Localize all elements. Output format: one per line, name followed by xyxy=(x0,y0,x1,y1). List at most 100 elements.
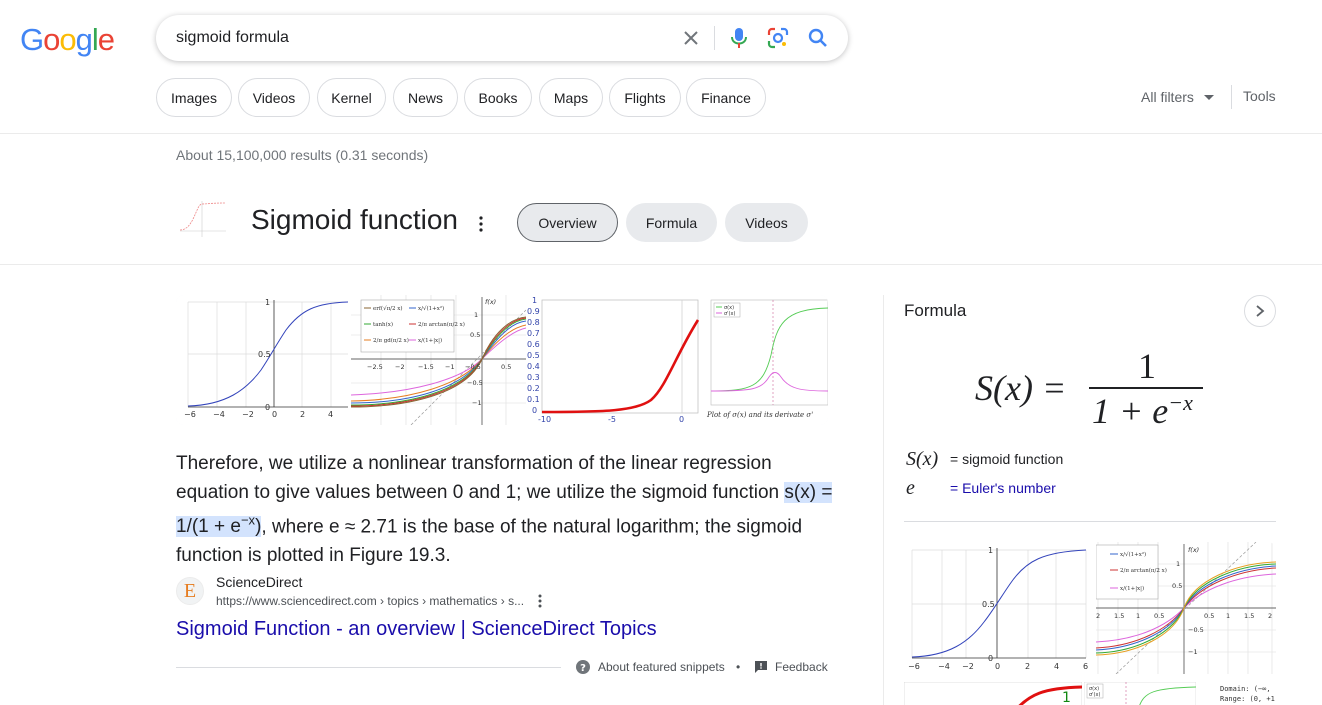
sigmoid-plot-image[interactable]: −6 −4 −2 0 2 4 1 0.5 0 xyxy=(176,295,351,425)
source-name[interactable]: ScienceDirect xyxy=(216,574,302,590)
filter-chip-finance[interactable]: Finance xyxy=(686,78,766,117)
formula-denominator: 1 + e xyxy=(1092,391,1169,431)
tick-label: 0.2 xyxy=(527,384,540,393)
tick-label: 1.5 xyxy=(1244,612,1254,620)
tools-divider xyxy=(1231,85,1232,109)
tick-label: 0.4 xyxy=(527,362,540,371)
tick-label: −6 xyxy=(184,410,196,419)
feedback-link[interactable]: Feedback xyxy=(775,660,828,674)
tick-label: −1 xyxy=(472,399,482,407)
tick-label: 0.7 xyxy=(527,329,540,338)
logo-letter: e xyxy=(97,22,115,57)
tick-label: 0.5 xyxy=(501,363,511,371)
logo-letter: o xyxy=(59,22,76,57)
sigmoid-comparison-image[interactable]: erf(√π/2 x) x/√(1+x²) tanh(x) 2/π arctan… xyxy=(351,295,526,425)
tick-label: −1 xyxy=(1188,648,1198,656)
legend-entry: x/(1+|x|) xyxy=(418,337,442,344)
close-icon[interactable] xyxy=(680,27,702,49)
kp-title: Sigmoid function xyxy=(251,204,459,235)
tick-label: 0 xyxy=(272,410,277,419)
side-comparison-plot[interactable]: x/√(1+x²) 2/π arctan(π/2 x) x/(1+|x|) f(… xyxy=(1096,542,1276,674)
red-sigmoid-image[interactable]: 1 0.9 0.8 0.7 0.6 0.5 0.4 0.3 0.2 0.1 0 -10 -5 0 xyxy=(526,295,701,425)
legend-entry: x/√(1+x²) xyxy=(418,305,444,312)
formula-panel-title: Formula xyxy=(904,301,967,320)
kp-divider xyxy=(0,264,1322,265)
legend-entry: x/√(1+x²) xyxy=(1120,551,1146,558)
legend-entry: σ'(x) xyxy=(724,311,735,317)
search-box xyxy=(156,15,848,61)
side-sigmoid-plot[interactable]: −6 −4 −2 0 2 4 6 1 0.5 0 xyxy=(904,542,1094,674)
header-divider xyxy=(0,133,1322,134)
more-options-icon[interactable] xyxy=(534,593,546,609)
footer-bullet: • xyxy=(736,660,741,674)
footer-divider xyxy=(176,667,561,668)
tick-label: 1 xyxy=(474,311,478,319)
tab-formula[interactable]: Formula xyxy=(626,203,717,242)
tick-label: 0.6 xyxy=(527,340,540,349)
more-options-icon[interactable] xyxy=(474,214,488,234)
tick-label: −4 xyxy=(213,410,225,419)
tick-label: 0.5 xyxy=(258,350,271,359)
tick-label: -5 xyxy=(608,415,616,424)
filter-chip-videos[interactable]: Videos xyxy=(238,78,310,117)
all-filters-label: All filters xyxy=(1141,89,1194,105)
tick-label: 0.5 xyxy=(1154,612,1164,620)
lens-icon[interactable] xyxy=(766,26,790,50)
tick-label: 1.5 xyxy=(1114,612,1124,620)
filter-chip-news[interactable]: News xyxy=(393,78,458,117)
tick-label: −1 xyxy=(445,363,455,371)
tick-label: 2 xyxy=(1268,612,1272,620)
tick-label: 0.1 xyxy=(527,395,540,404)
sciencedirect-favicon[interactable]: E xyxy=(176,577,204,605)
side-domain-range-image[interactable]: Domain: (−∞, Range: (0, +1) xyxy=(1198,682,1276,705)
tick-label: 0.8 xyxy=(527,318,540,327)
tick-label: −0.5 xyxy=(465,363,481,371)
plot-caption: Plot of σ(x) and its derivate σ' xyxy=(706,411,813,419)
tick-label: 0.5 xyxy=(1204,612,1214,620)
side-derivative-plot[interactable]: σ(x) σ'(x) xyxy=(1084,682,1196,705)
legend-entry: 2/π arctan(π/2 x) xyxy=(418,321,465,328)
snippet-text-after: , where e ≈ 2.71 is the base of the natu… xyxy=(176,516,803,566)
legend-entry: σ'(x) xyxy=(1089,692,1100,698)
formula-next-button[interactable] xyxy=(1244,295,1276,327)
filter-chip-flights[interactable]: Flights xyxy=(609,78,681,117)
filter-chip-kernel[interactable]: Kernel xyxy=(317,78,386,117)
search-input[interactable] xyxy=(176,15,656,61)
divider xyxy=(714,26,715,50)
all-filters-button[interactable]: All filters xyxy=(1141,89,1214,105)
tick-label: 0 xyxy=(679,415,684,424)
tick-label: 1 xyxy=(532,296,537,305)
result-title-link[interactable]: Sigmoid Function - an overview | Science… xyxy=(176,618,657,641)
filter-chip-images[interactable]: Images xyxy=(156,78,232,117)
tab-videos[interactable]: Videos xyxy=(725,203,808,242)
sigmoid-derivative-image[interactable]: σ(x) σ'(x) Plot of σ(x) and its derivate… xyxy=(701,295,828,425)
filter-chip-books[interactable]: Books xyxy=(464,78,532,117)
tick-label: −2.5 xyxy=(367,363,383,371)
google-logo[interactable]: Google xyxy=(20,22,115,58)
mic-icon[interactable] xyxy=(728,26,750,50)
snippet-text: Therefore, we utilize a nonlinear transf… xyxy=(176,453,785,503)
plot-label: 1 xyxy=(1062,690,1071,705)
tick-label: -10 xyxy=(538,415,551,424)
legend-entry: tanh(x) xyxy=(373,321,393,328)
image-strip: −6 −4 −2 0 2 4 1 0.5 0 erf(√π/2 x) x/√(1… xyxy=(176,295,828,425)
formula-numerator: 1 xyxy=(1138,346,1156,386)
about-featured-snippets-link[interactable]: About featured snippets xyxy=(598,660,725,674)
fraction-bar xyxy=(1089,387,1203,389)
side-red-sigmoid-plot[interactable]: 1 xyxy=(904,682,1082,705)
kp-thumbnail[interactable] xyxy=(176,199,228,239)
eulers-number-link[interactable]: = Euler's number xyxy=(950,480,1056,496)
tab-overview[interactable]: Overview xyxy=(517,203,618,242)
axis-label: f(x) xyxy=(1188,546,1199,554)
range-text: Range: (0, +1) xyxy=(1220,695,1276,703)
filter-chip-maps[interactable]: Maps xyxy=(539,78,603,117)
tick-label: 0 xyxy=(532,406,537,415)
side-image-grid: −6 −4 −2 0 2 4 6 1 0.5 0 x/√(1+x²) 2/π a… xyxy=(904,542,1276,705)
legend-entry: 2/π arctan(π/2 x) xyxy=(1120,567,1167,574)
legend-entry: 2/π gd(π/2 x) xyxy=(373,337,409,344)
legend-entry: x/(1+|x|) xyxy=(1120,585,1144,592)
source-url[interactable]: https://www.sciencedirect.com › topics ›… xyxy=(216,594,524,608)
tick-label: 6 xyxy=(1083,662,1088,671)
search-icon[interactable] xyxy=(806,26,830,50)
tools-button[interactable]: Tools xyxy=(1243,88,1276,104)
